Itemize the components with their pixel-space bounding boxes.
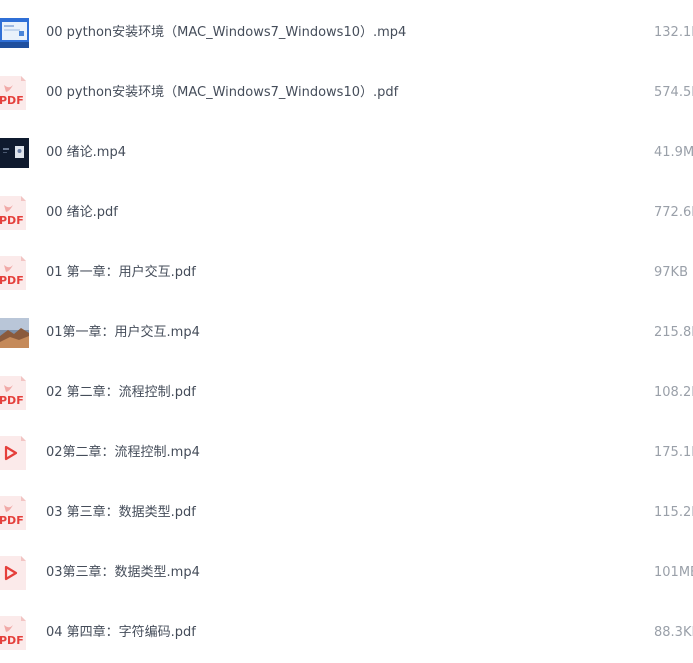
file-row[interactable]: PDF 00 绪论.pdf 772.6K — [0, 183, 693, 243]
pdf-icon-label: PDF — [0, 514, 24, 527]
file-name[interactable]: 00 python安装环境（MAC_Windows7_Windows10）.pd… — [46, 63, 398, 123]
video-thumbnail-icon — [0, 138, 29, 168]
file-name[interactable]: 03第三章：数据类型.mp4 — [46, 543, 200, 603]
video-thumbnail-icon — [0, 318, 29, 348]
pdf-icon-label: PDF — [0, 634, 24, 647]
file-size: 574.5K — [654, 85, 693, 100]
file-name[interactable]: 01 第一章：用户交互.pdf — [46, 243, 196, 303]
file-row[interactable]: 00 python安装环境（MAC_Windows7_Windows10）.mp… — [0, 3, 693, 63]
pdf-icon: PDF — [0, 76, 30, 110]
video-file-icon — [0, 436, 30, 470]
pdf-icon: PDF — [0, 616, 30, 650]
file-name[interactable]: 02 第二章：流程控制.pdf — [46, 363, 196, 423]
file-row[interactable]: PDF 02 第二章：流程控制.pdf 108.2K — [0, 363, 693, 423]
pdf-icon: PDF — [0, 256, 30, 290]
file-name[interactable]: 03 第三章：数据类型.pdf — [46, 483, 196, 543]
file-size: 41.9M — [654, 145, 693, 160]
pdf-icon-label: PDF — [0, 274, 24, 287]
file-size: 108.2K — [654, 385, 693, 400]
file-name[interactable]: 00 绪论.pdf — [46, 183, 118, 243]
file-size: 215.8M — [654, 325, 693, 340]
file-name[interactable]: 04 第四章：字符编码.pdf — [46, 603, 196, 663]
file-size: 97KB — [654, 265, 688, 280]
video-file-icon — [0, 556, 30, 590]
pdf-icon: PDF — [0, 376, 30, 410]
file-name[interactable]: 00 python安装环境（MAC_Windows7_Windows10）.mp… — [46, 3, 406, 63]
file-size: 132.1M — [654, 25, 693, 40]
pdf-icon: PDF — [0, 496, 30, 530]
pdf-icon-label: PDF — [0, 394, 24, 407]
file-name[interactable]: 01第一章：用户交互.mp4 — [46, 303, 200, 363]
video-thumbnail-icon — [0, 18, 29, 48]
file-name[interactable]: 02第二章：流程控制.mp4 — [46, 423, 200, 483]
file-size: 115.2K — [654, 505, 693, 520]
file-size: 175.1M — [654, 445, 693, 460]
file-row[interactable]: 01第一章：用户交互.mp4 215.8M — [0, 303, 693, 363]
file-row[interactable]: PDF 03 第三章：数据类型.pdf 115.2K — [0, 483, 693, 543]
pdf-icon-label: PDF — [0, 94, 24, 107]
pdf-icon-label: PDF — [0, 214, 24, 227]
file-name[interactable]: 00 绪论.mp4 — [46, 123, 126, 183]
file-list: 00 python安装环境（MAC_Windows7_Windows10）.mp… — [0, 3, 693, 663]
file-row[interactable]: 03第三章：数据类型.mp4 101MB — [0, 543, 693, 603]
file-row[interactable]: PDF 04 第四章：字符编码.pdf 88.3KB — [0, 603, 693, 663]
file-size: 101MB — [654, 565, 693, 580]
file-size: 772.6K — [654, 205, 693, 220]
file-row[interactable]: 02第二章：流程控制.mp4 175.1M — [0, 423, 693, 483]
pdf-icon: PDF — [0, 196, 30, 230]
file-row[interactable]: PDF 00 python安装环境（MAC_Windows7_Windows10… — [0, 63, 693, 123]
file-row[interactable]: PDF 01 第一章：用户交互.pdf 97KB — [0, 243, 693, 303]
file-size: 88.3KB — [654, 625, 693, 640]
file-row[interactable]: 00 绪论.mp4 41.9M — [0, 123, 693, 183]
